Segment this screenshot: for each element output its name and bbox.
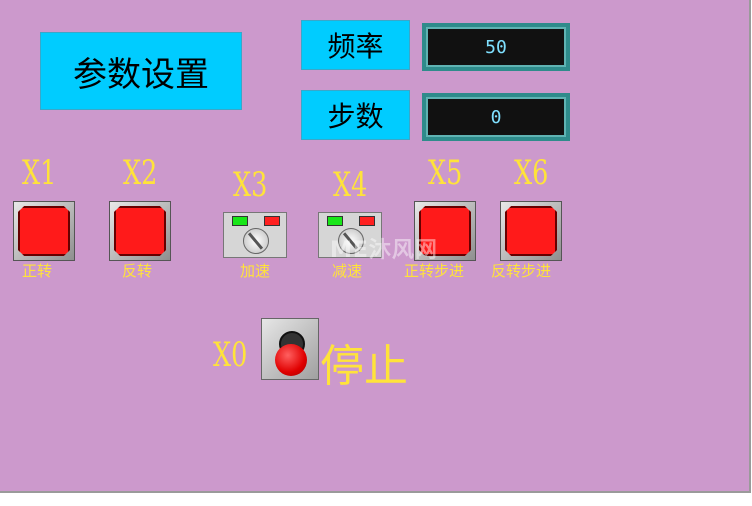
x1-forward-button[interactable] (13, 201, 75, 261)
steps-label: 步数 (301, 90, 410, 140)
steps-value-display[interactable]: 0 (422, 93, 570, 141)
red-led-icon (359, 216, 375, 226)
x5-label: X5 (428, 153, 463, 193)
x2-label: X2 (123, 153, 158, 193)
x3-accelerate-selector[interactable] (223, 212, 287, 258)
frequency-label: 频率 (301, 20, 410, 70)
x1-caption: 正转 (22, 262, 53, 280)
button-face-icon (505, 206, 557, 256)
rotary-knob-icon (243, 228, 269, 254)
x3-label: X3 (233, 165, 268, 205)
x2-reverse-button[interactable] (109, 201, 171, 261)
watermark-logo: ME沐风网 (330, 238, 438, 263)
x0-stop-button[interactable] (261, 318, 319, 380)
button-face-icon (114, 206, 166, 256)
x0-label: X0 (213, 335, 248, 375)
x6-label: X6 (514, 153, 549, 193)
x4-label: X4 (333, 165, 368, 205)
x2-caption: 反转 (122, 262, 153, 280)
red-led-icon (264, 216, 280, 226)
green-led-icon (232, 216, 248, 226)
button-face-icon (18, 206, 70, 256)
x6-reverse-step-button[interactable] (500, 201, 562, 261)
frequency-value-display[interactable]: 50 (422, 23, 570, 71)
stop-knob-icon (275, 344, 307, 376)
x6-caption: 反转步进 (491, 262, 552, 280)
x1-label: X1 (22, 153, 57, 193)
hmi-panel: 参数设置 频率 50 步数 0 X1 正转 X2 反转 X3 加速 X4 减速 … (0, 0, 751, 493)
params-title: 参数设置 (40, 32, 242, 110)
stop-caption: 停止 (320, 341, 408, 392)
x3-caption: 加速 (240, 262, 271, 280)
green-led-icon (327, 216, 343, 226)
